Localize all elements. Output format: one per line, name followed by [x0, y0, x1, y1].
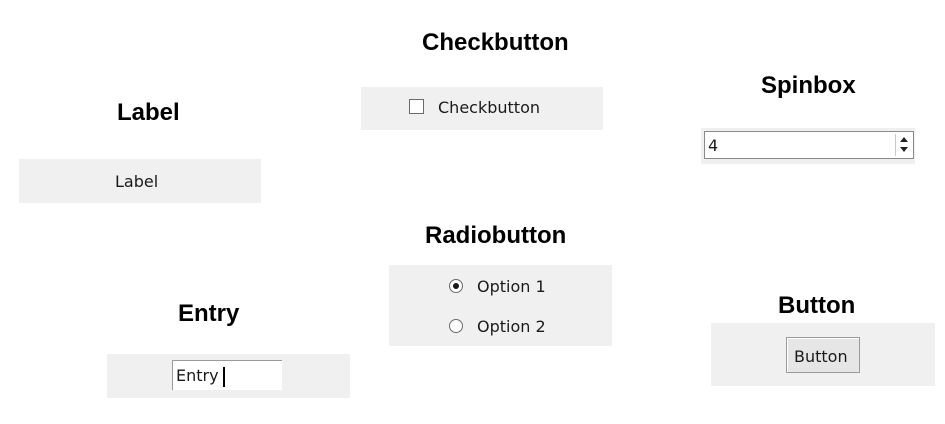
radio-option-1-label[interactable]: Option 1: [477, 277, 546, 296]
spinbox-input[interactable]: 4: [704, 131, 914, 159]
radio-dot-icon: [453, 283, 459, 289]
label-widget-panel: Label: [19, 159, 261, 203]
checkbutton-widget[interactable]: Checkbutton: [361, 87, 603, 130]
label-section-heading: Label: [117, 99, 180, 126]
spin-up-arrow-icon[interactable]: [900, 137, 908, 142]
text-caret: [223, 367, 225, 387]
radio-option-2-label[interactable]: Option 2: [477, 317, 546, 336]
entry-section-heading: Entry: [178, 300, 240, 327]
demo-button[interactable]: Button: [786, 337, 860, 373]
checkbutton-label[interactable]: Checkbutton: [438, 98, 540, 117]
button-section-heading: Button: [778, 292, 856, 319]
radiobutton-section-heading: Radiobutton: [425, 222, 567, 249]
entry-widget-panel: Entry: [107, 354, 350, 398]
button-widget-panel: Button: [711, 323, 935, 386]
spinbox-widget-panel: 4: [701, 128, 915, 164]
entry-value[interactable]: Entry: [176, 366, 219, 385]
label-widget-text: Label: [115, 172, 159, 191]
radiobutton-widget-panel: Option 1 Option 2: [389, 265, 612, 346]
checkbutton-section-heading: Checkbutton: [422, 29, 569, 56]
radio-selected-icon[interactable]: [449, 279, 463, 293]
radio-unselected-icon[interactable]: [449, 319, 463, 333]
spinbox-arrows: [895, 134, 911, 156]
demo-button-label[interactable]: Button: [794, 347, 848, 366]
entry-input[interactable]: Entry: [172, 360, 282, 390]
spinbox-value[interactable]: 4: [708, 136, 718, 155]
spin-down-arrow-icon[interactable]: [900, 147, 908, 152]
checkbox-box[interactable]: [409, 99, 424, 114]
spinbox-section-heading: Spinbox: [761, 72, 856, 99]
